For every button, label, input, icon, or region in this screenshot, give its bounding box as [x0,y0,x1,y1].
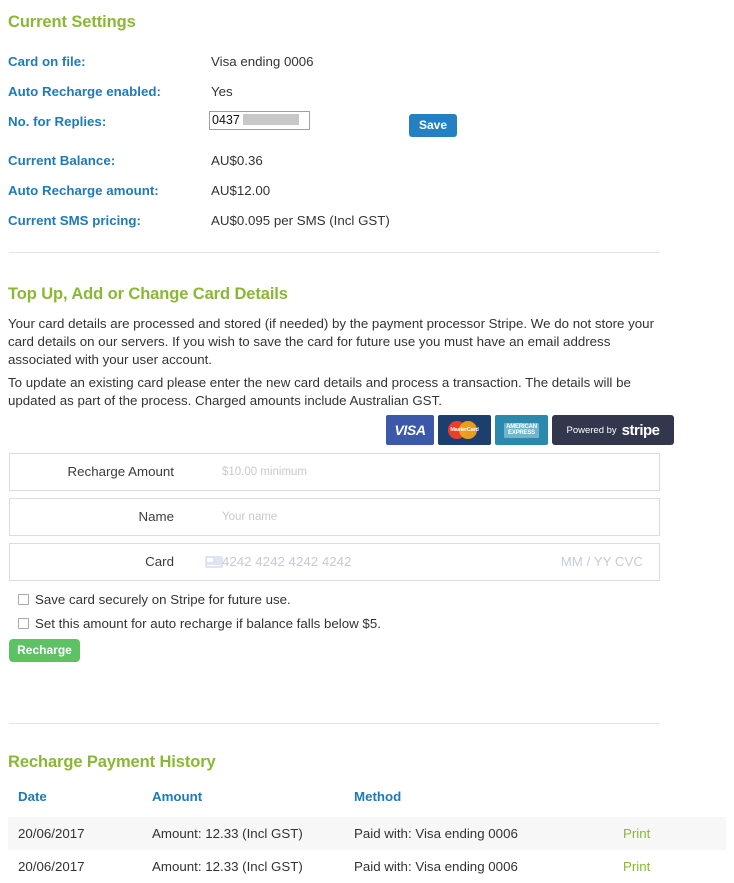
save-card-checkbox-row[interactable]: Save card securely on Stripe for future … [18,591,291,607]
payment-logos: VISA MasterCard AMERICAN EXPRESS Powered… [386,415,674,445]
setting-row-sms-pricing: Current SMS pricing: AU$0.095 per SMS (I… [8,213,668,233]
current-settings-heading: Current Settings [8,13,136,31]
auto-recharge-checkbox-label: Set this amount for auto recharge if bal… [35,615,381,631]
mastercard-circles: MasterCard [445,420,485,440]
name-label: Name [138,509,174,524]
redaction-block [243,114,300,125]
stripe-logo-prefix: Powered by [566,424,617,436]
setting-row-current-balance: Current Balance: AU$0.36 [8,153,668,173]
column-header-method: Method [354,789,402,804]
visa-logo-text: VISA [394,422,426,438]
amex-logo-box: AMERICAN EXPRESS [504,422,539,438]
cell-amount: Amount: 12.33 (Incl GST) [152,826,303,841]
setting-value: Yes [211,84,233,99]
mastercard-logo-text: MasterCard [450,427,479,433]
setting-row-auto-recharge-enabled: Auto Recharge enabled: Yes [8,84,668,104]
recharge-button[interactable]: Recharge [9,639,80,662]
save-card-checkbox[interactable] [18,593,29,605]
card-field[interactable]: Card 4242 4242 4242 4242 MM / YY CVC [9,543,660,581]
credit-card-icon [205,556,223,568]
card-label: Card [145,554,174,569]
auto-recharge-checkbox-row[interactable]: Set this amount for auto recharge if bal… [18,615,381,631]
setting-row-auto-recharge-amount: Auto Recharge amount: AU$12.00 [8,183,668,203]
payment-history-heading: Recharge Payment History [8,753,216,771]
save-button[interactable]: Save [409,114,457,137]
setting-value: AU$0.095 per SMS (Incl GST) [211,213,390,228]
reply-number-input[interactable]: 0437 [209,111,310,130]
setting-value: AU$0.36 [211,153,263,168]
column-header-action [623,789,726,817]
print-link[interactable]: Print [623,826,650,841]
amex-logo-line2: EXPRESS [508,430,535,436]
setting-row-card-on-file: Card on file: Visa ending 0006 [8,54,668,74]
setting-label: Current Balance: [8,153,116,168]
cell-action: Print [623,850,726,883]
billing-page: Current Settings Card on file: Visa endi… [0,0,734,874]
cell-date: 20/06/2017 [18,859,85,874]
cell-method: Paid with: Visa ending 0006 [354,859,518,874]
cell-method: Paid with: Visa ending 0006 [354,826,518,841]
mastercard-logo: MasterCard [438,415,491,445]
setting-value: Visa ending 0006 [211,54,314,69]
setting-label: Current SMS pricing: [8,213,141,228]
table-row: 20/06/2017 Amount: 12.33 (Incl GST) Paid… [8,850,726,883]
recharge-amount-field[interactable]: Recharge Amount $10.00 minimum [9,453,660,491]
topup-heading: Top Up, Add or Change Card Details [8,285,288,303]
setting-label: Auto Recharge amount: [8,183,159,198]
setting-value: AU$12.00 [211,183,271,198]
recharge-amount-placeholder: $10.00 minimum [222,466,308,478]
card-number-placeholder: 4242 4242 4242 4242 [222,554,352,569]
column-header-amount: Amount [152,789,203,804]
topup-paragraph-1: Your card details are processed and stor… [8,316,654,368]
table-row: 20/06/2017 Amount: 12.33 (Incl GST) Paid… [8,817,726,850]
section-divider-bottom [9,723,660,724]
setting-row-reply-number: No. for Replies: [8,114,668,134]
card-expiry-cvc-placeholder: MM / YY CVC [560,554,643,569]
stripe-logo: Powered by stripe [552,415,674,445]
stripe-logo-wordmark: stripe [621,421,660,439]
save-card-checkbox-label: Save card securely on Stripe for future … [35,591,291,607]
setting-label: Card on file: [8,54,86,69]
section-divider-top [9,252,660,253]
reply-number-value: 0437 [212,113,244,127]
cell-action: Print [623,817,726,850]
recharge-amount-label: Recharge Amount [67,464,174,479]
payment-history-table: Date Amount Method 20/06/2017 Amount: 12… [8,789,726,883]
print-link[interactable]: Print [623,859,650,874]
name-field[interactable]: Name Your name [9,498,660,536]
setting-label: Auto Recharge enabled: [8,84,161,99]
visa-logo: VISA [386,415,434,445]
name-placeholder: Your name [222,511,278,523]
setting-label: No. for Replies: [8,114,107,129]
auto-recharge-checkbox[interactable] [18,617,29,629]
column-header-date: Date [18,789,47,804]
table-header-row: Date Amount Method [8,789,726,817]
amex-logo: AMERICAN EXPRESS [495,415,548,445]
cell-date: 20/06/2017 [18,826,85,841]
topup-paragraph-2: To update an existing card please enter … [8,375,631,409]
cell-amount: Amount: 12.33 (Incl GST) [152,859,303,874]
